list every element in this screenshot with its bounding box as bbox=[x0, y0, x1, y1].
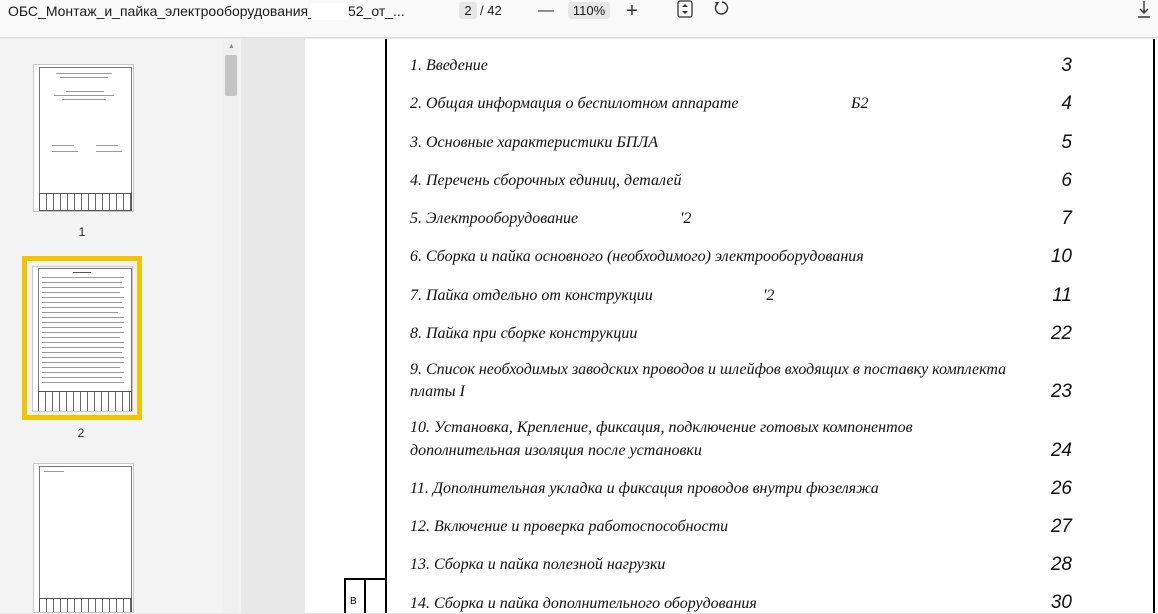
document-title: ОБС_Монтаж_и_пайка_электрооборудования_ bbox=[8, 3, 316, 19]
toc-item-2[interactable]: 2. Общая информация о беспилотном аппара… bbox=[410, 95, 738, 113]
page-total: / 42 bbox=[480, 3, 502, 18]
toc-page-7: 11 bbox=[1052, 285, 1072, 306]
toc-item-9-line2: платы I bbox=[410, 383, 465, 400]
toc-page-5: 7 bbox=[1061, 208, 1072, 229]
title-block-mark: В bbox=[350, 596, 357, 607]
toc-item-10[interactable]: 10. Установка, Крепление, фиксация, подк… bbox=[410, 419, 913, 437]
scroll-up-icon[interactable]: ▲ bbox=[228, 43, 235, 50]
toc-page-14: 30 bbox=[1050, 592, 1072, 613]
toc-item-5-tail: '2 bbox=[680, 210, 692, 227]
zoom-in-icon[interactable]: + bbox=[623, 0, 641, 22]
toc-page-13: 28 bbox=[1050, 554, 1072, 575]
redaction-mask bbox=[771, 93, 851, 115]
toc-page-10: 24 bbox=[1050, 440, 1072, 461]
toc-item-7[interactable]: 7. Пайка отдельно от конструкции bbox=[410, 287, 653, 305]
page-frame-right bbox=[1153, 39, 1155, 613]
thumbnail-page-3[interactable] bbox=[33, 463, 134, 613]
toc-item-13[interactable]: 13. Сборка и пайка полезной нагрузки bbox=[410, 556, 665, 574]
thumbnail-page-1[interactable] bbox=[33, 64, 134, 212]
toc-page-11: 26 bbox=[1050, 478, 1072, 499]
toc-item-6[interactable]: 6. Сборка и пайка основного (необходимог… bbox=[410, 248, 864, 266]
toc-page-2: 4 bbox=[1061, 93, 1072, 114]
toc-item-2-tail: Б2 bbox=[851, 95, 869, 112]
toc-page-4: 6 bbox=[1061, 170, 1072, 191]
toc-item-7-tail: '2 bbox=[763, 287, 775, 304]
download-icon[interactable] bbox=[1136, 0, 1152, 22]
toc-item-8[interactable]: 8. Пайка при сборке конструкции bbox=[410, 325, 637, 343]
thumbnail-label-1: 1 bbox=[78, 225, 86, 239]
title-block-divider bbox=[364, 578, 366, 613]
toc-item-9[interactable]: 9. Список необходимых заводских проводов… bbox=[410, 361, 1006, 379]
toc-item-1[interactable]: 1. Введение bbox=[410, 57, 488, 75]
toolbar: ОБС_Монтаж_и_пайка_электрооборудования_ … bbox=[0, 0, 1158, 38]
toc-page-12: 27 bbox=[1050, 516, 1072, 537]
title-redaction bbox=[311, 3, 348, 20]
toc-item-4[interactable]: 4. Перечень сборочных единиц, деталей bbox=[410, 172, 681, 190]
toc-page-3: 5 bbox=[1061, 132, 1072, 153]
toc-page-8: 22 bbox=[1050, 323, 1072, 344]
toc-item-14[interactable]: 14. Сборка и пайка дополнительного обору… bbox=[410, 595, 757, 613]
fit-page-icon[interactable] bbox=[676, 0, 694, 22]
toc-item-11[interactable]: 11. Дополнительная укладка и фиксация пр… bbox=[410, 480, 879, 498]
toc-item-5[interactable]: 5. Электрооборудование bbox=[410, 210, 578, 228]
document-title-end: 52_от_... bbox=[348, 3, 405, 19]
zoom-level[interactable]: 110% bbox=[568, 2, 610, 19]
toc-page-1: 3 bbox=[1061, 55, 1072, 76]
scrollbar-thumb[interactable] bbox=[225, 55, 237, 96]
sidebar-scrollbar[interactable] bbox=[223, 39, 239, 613]
toc-item-12[interactable]: 12. Включение и проверка работоспособнос… bbox=[410, 518, 728, 536]
rotate-icon[interactable] bbox=[713, 0, 731, 22]
page-frame-left bbox=[385, 39, 387, 613]
toc-item-3[interactable]: 3. Основные характеристики БПЛА bbox=[410, 134, 658, 152]
toc-page-6: 10 bbox=[1050, 246, 1072, 267]
toc-page-9: 23 bbox=[1050, 381, 1072, 402]
zoom-out-icon[interactable]: — bbox=[538, 0, 554, 22]
toc-item-10-line2: дополнительная изоляция после установки bbox=[410, 442, 702, 459]
page-number-input[interactable]: 2 bbox=[459, 2, 477, 19]
thumbnail-page-2[interactable] bbox=[32, 266, 133, 412]
thumbnail-label-2: 2 bbox=[77, 426, 85, 440]
